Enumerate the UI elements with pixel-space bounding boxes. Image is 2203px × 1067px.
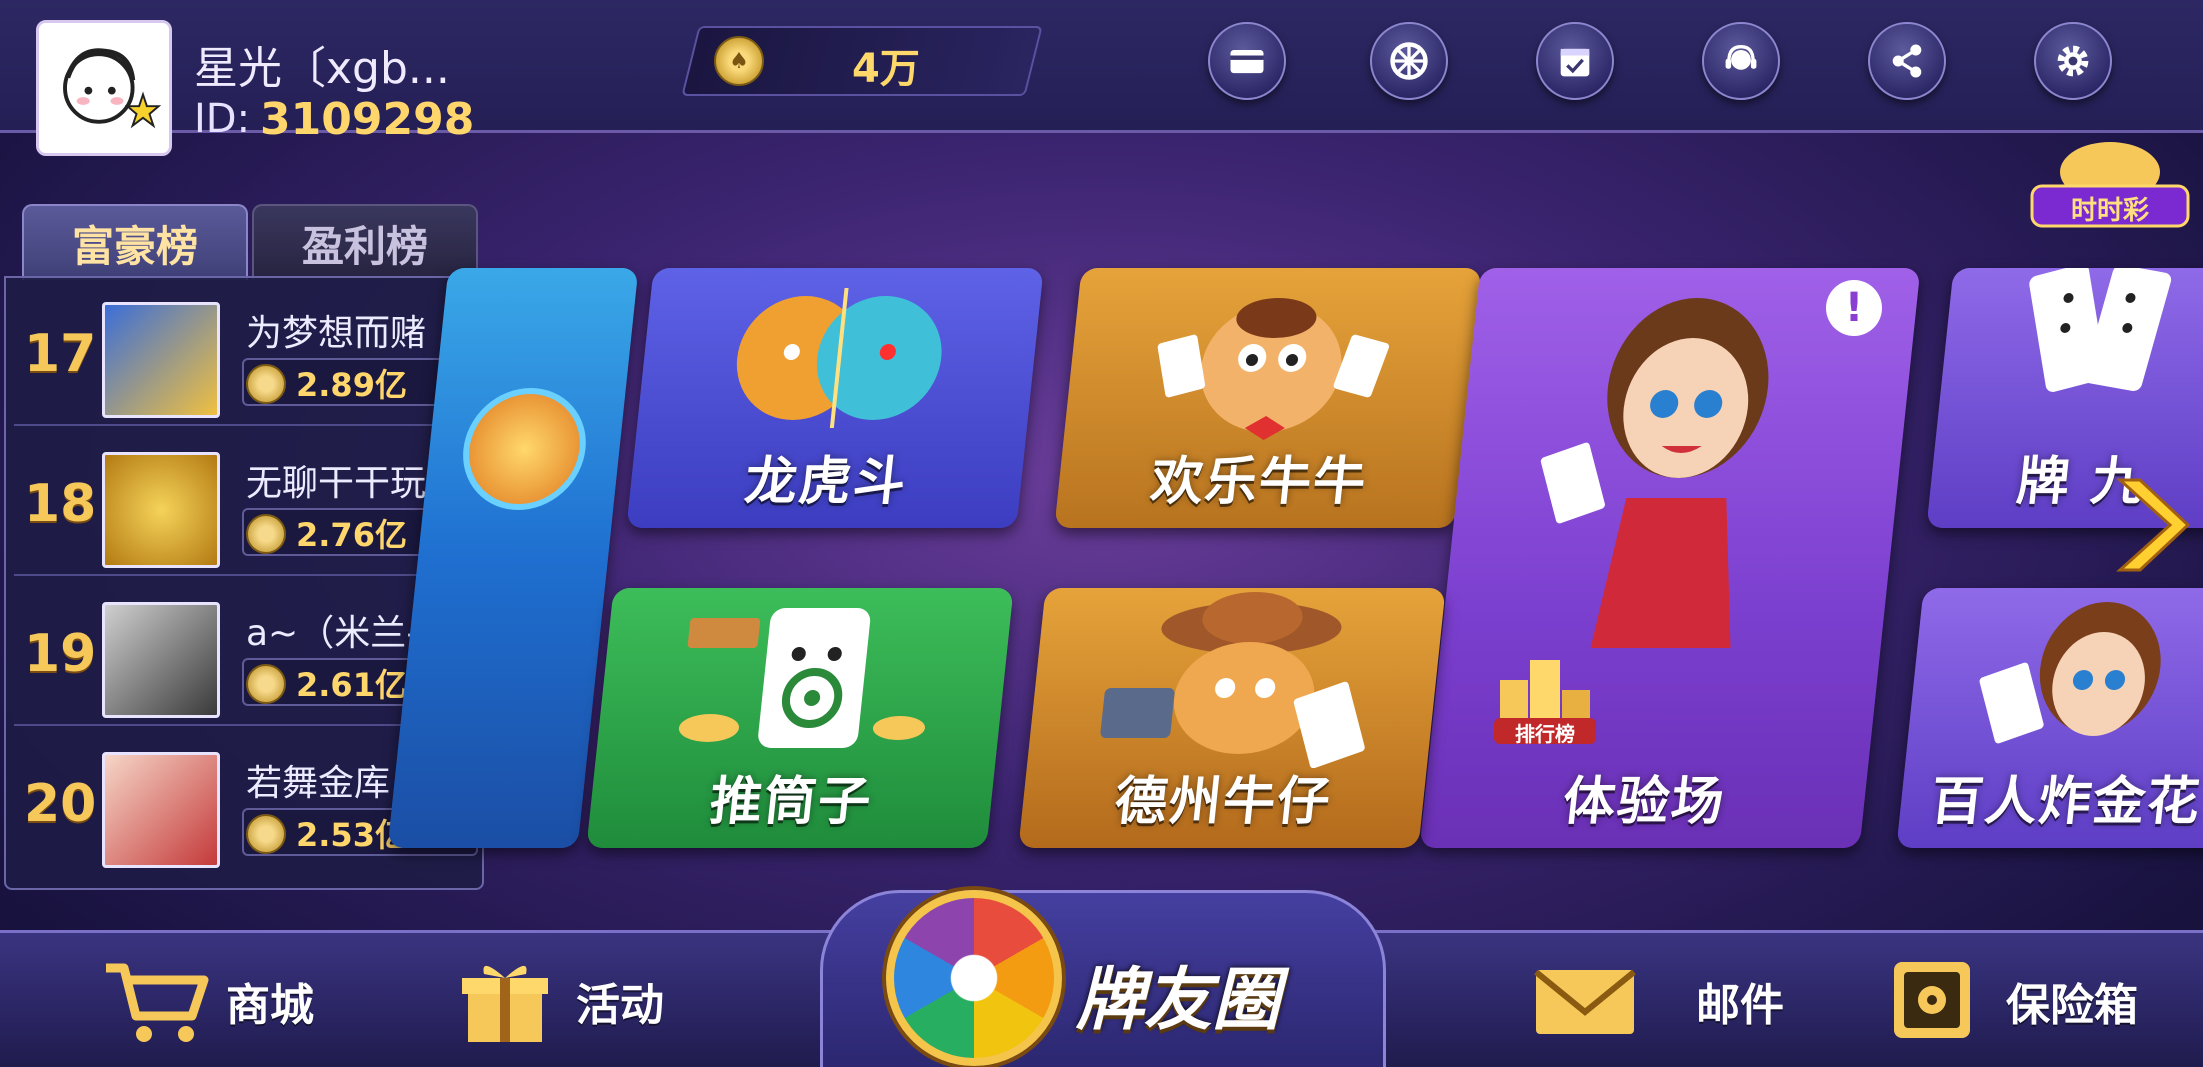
game-label: 百人炸金花: [1928, 772, 2203, 832]
game-card-golden-flower[interactable]: 百人炸金花: [1896, 588, 2203, 848]
game-card-tui-tong-zi[interactable]: 推筒子: [586, 588, 1014, 848]
fish-cannon-art: [457, 388, 592, 510]
dragon-tiger-art: [711, 278, 968, 438]
coin-balance: 4万: [852, 46, 920, 92]
mail-button[interactable]: 邮件: [1530, 956, 1784, 1046]
mahjong-tile-art: [645, 588, 964, 768]
game-label: 德州牛仔: [1112, 772, 1335, 832]
safe-button[interactable]: 保险箱: [1880, 956, 2138, 1046]
safe-icon: [1894, 962, 1970, 1038]
lottery-badge[interactable]: 时时彩: [2028, 132, 2192, 232]
game-label: 体验场: [1560, 772, 1729, 832]
gift-icon: [462, 965, 548, 1042]
friends-circle-label[interactable]: 牌友圈: [1076, 944, 1280, 1043]
ranking-badge-label: 排行榜: [1515, 722, 1575, 746]
mail-icon: [1534, 969, 1636, 1034]
player-photo: [102, 452, 220, 568]
coin-icon: [246, 664, 286, 704]
shop-button[interactable]: 商城: [100, 956, 314, 1046]
player-id-value: 3109298: [260, 94, 475, 145]
shop-label: 商城: [226, 980, 314, 1031]
share-icon[interactable]: [1868, 22, 1946, 100]
alert-icon: !: [1826, 280, 1882, 336]
player-amount: 2.76亿: [296, 516, 407, 554]
rank-number: 17: [24, 324, 97, 384]
avatar[interactable]: [36, 20, 172, 156]
wheel-icon[interactable]: [1370, 22, 1448, 100]
events-label: 活动: [576, 980, 664, 1031]
gear-icon[interactable]: [2034, 22, 2112, 100]
player-photo: [102, 752, 220, 868]
lottery-badge-label: 时时彩: [2070, 196, 2149, 226]
scroll-right-arrow-icon[interactable]: [2110, 470, 2191, 580]
camera-aperture-icon[interactable]: [886, 890, 1062, 1066]
game-card-trial-room[interactable]: 体验场: [1419, 268, 1921, 848]
game-card-happy-niuniu[interactable]: 欢乐牛牛: [1054, 268, 1482, 528]
game-card-texas-cowboy[interactable]: 德州牛仔: [1018, 588, 1446, 848]
customer-service-icon[interactable]: [1702, 22, 1780, 100]
game-label: 推筒子: [707, 772, 876, 832]
card-icon[interactable]: [1208, 22, 1286, 100]
events-button[interactable]: 活动: [450, 956, 664, 1046]
leaderboard-row[interactable]: 17 为梦想而赌 2.89亿: [14, 284, 478, 426]
player-id-label: ID:: [194, 96, 251, 142]
coin-icon: ♠: [714, 36, 764, 86]
rank-number: 20: [24, 774, 97, 834]
game-card-dragon-tiger[interactable]: 龙虎斗: [626, 268, 1044, 528]
coin-icon: [246, 364, 286, 404]
player-photo: [102, 302, 220, 418]
rank-number: 18: [24, 474, 97, 534]
player-amount: 2.61亿: [296, 666, 407, 704]
tab-profit-list[interactable]: 盈利榜: [252, 204, 478, 280]
coin-icon: [246, 514, 286, 554]
shopping-cart-icon: [106, 963, 209, 1042]
tab-rich-list[interactable]: 富豪榜: [22, 204, 248, 280]
cowboy-bull-art: [1077, 588, 1396, 769]
safe-label: 保险箱: [2006, 980, 2138, 1031]
player-nickname: 星光〔xgb...: [194, 43, 450, 94]
rank-number: 19: [24, 624, 97, 684]
player-photo: [102, 602, 220, 718]
domino-tiles-art: [2007, 268, 2185, 428]
game-label: 龙虎斗: [742, 452, 911, 512]
girl-cards-art: [1960, 588, 2199, 768]
ranking-badge[interactable]: 排行榜: [1490, 640, 1600, 750]
leaderboard-row[interactable]: 18 无聊干干玩 2.76亿: [14, 434, 478, 576]
bull-art: [1133, 278, 1411, 448]
calendar-check-icon[interactable]: [1536, 22, 1614, 100]
player-amount: 2.89亿: [296, 366, 407, 404]
game-label: 欢乐牛牛: [1148, 452, 1371, 512]
mail-label: 邮件: [1696, 980, 1784, 1031]
coin-icon: [246, 814, 286, 854]
